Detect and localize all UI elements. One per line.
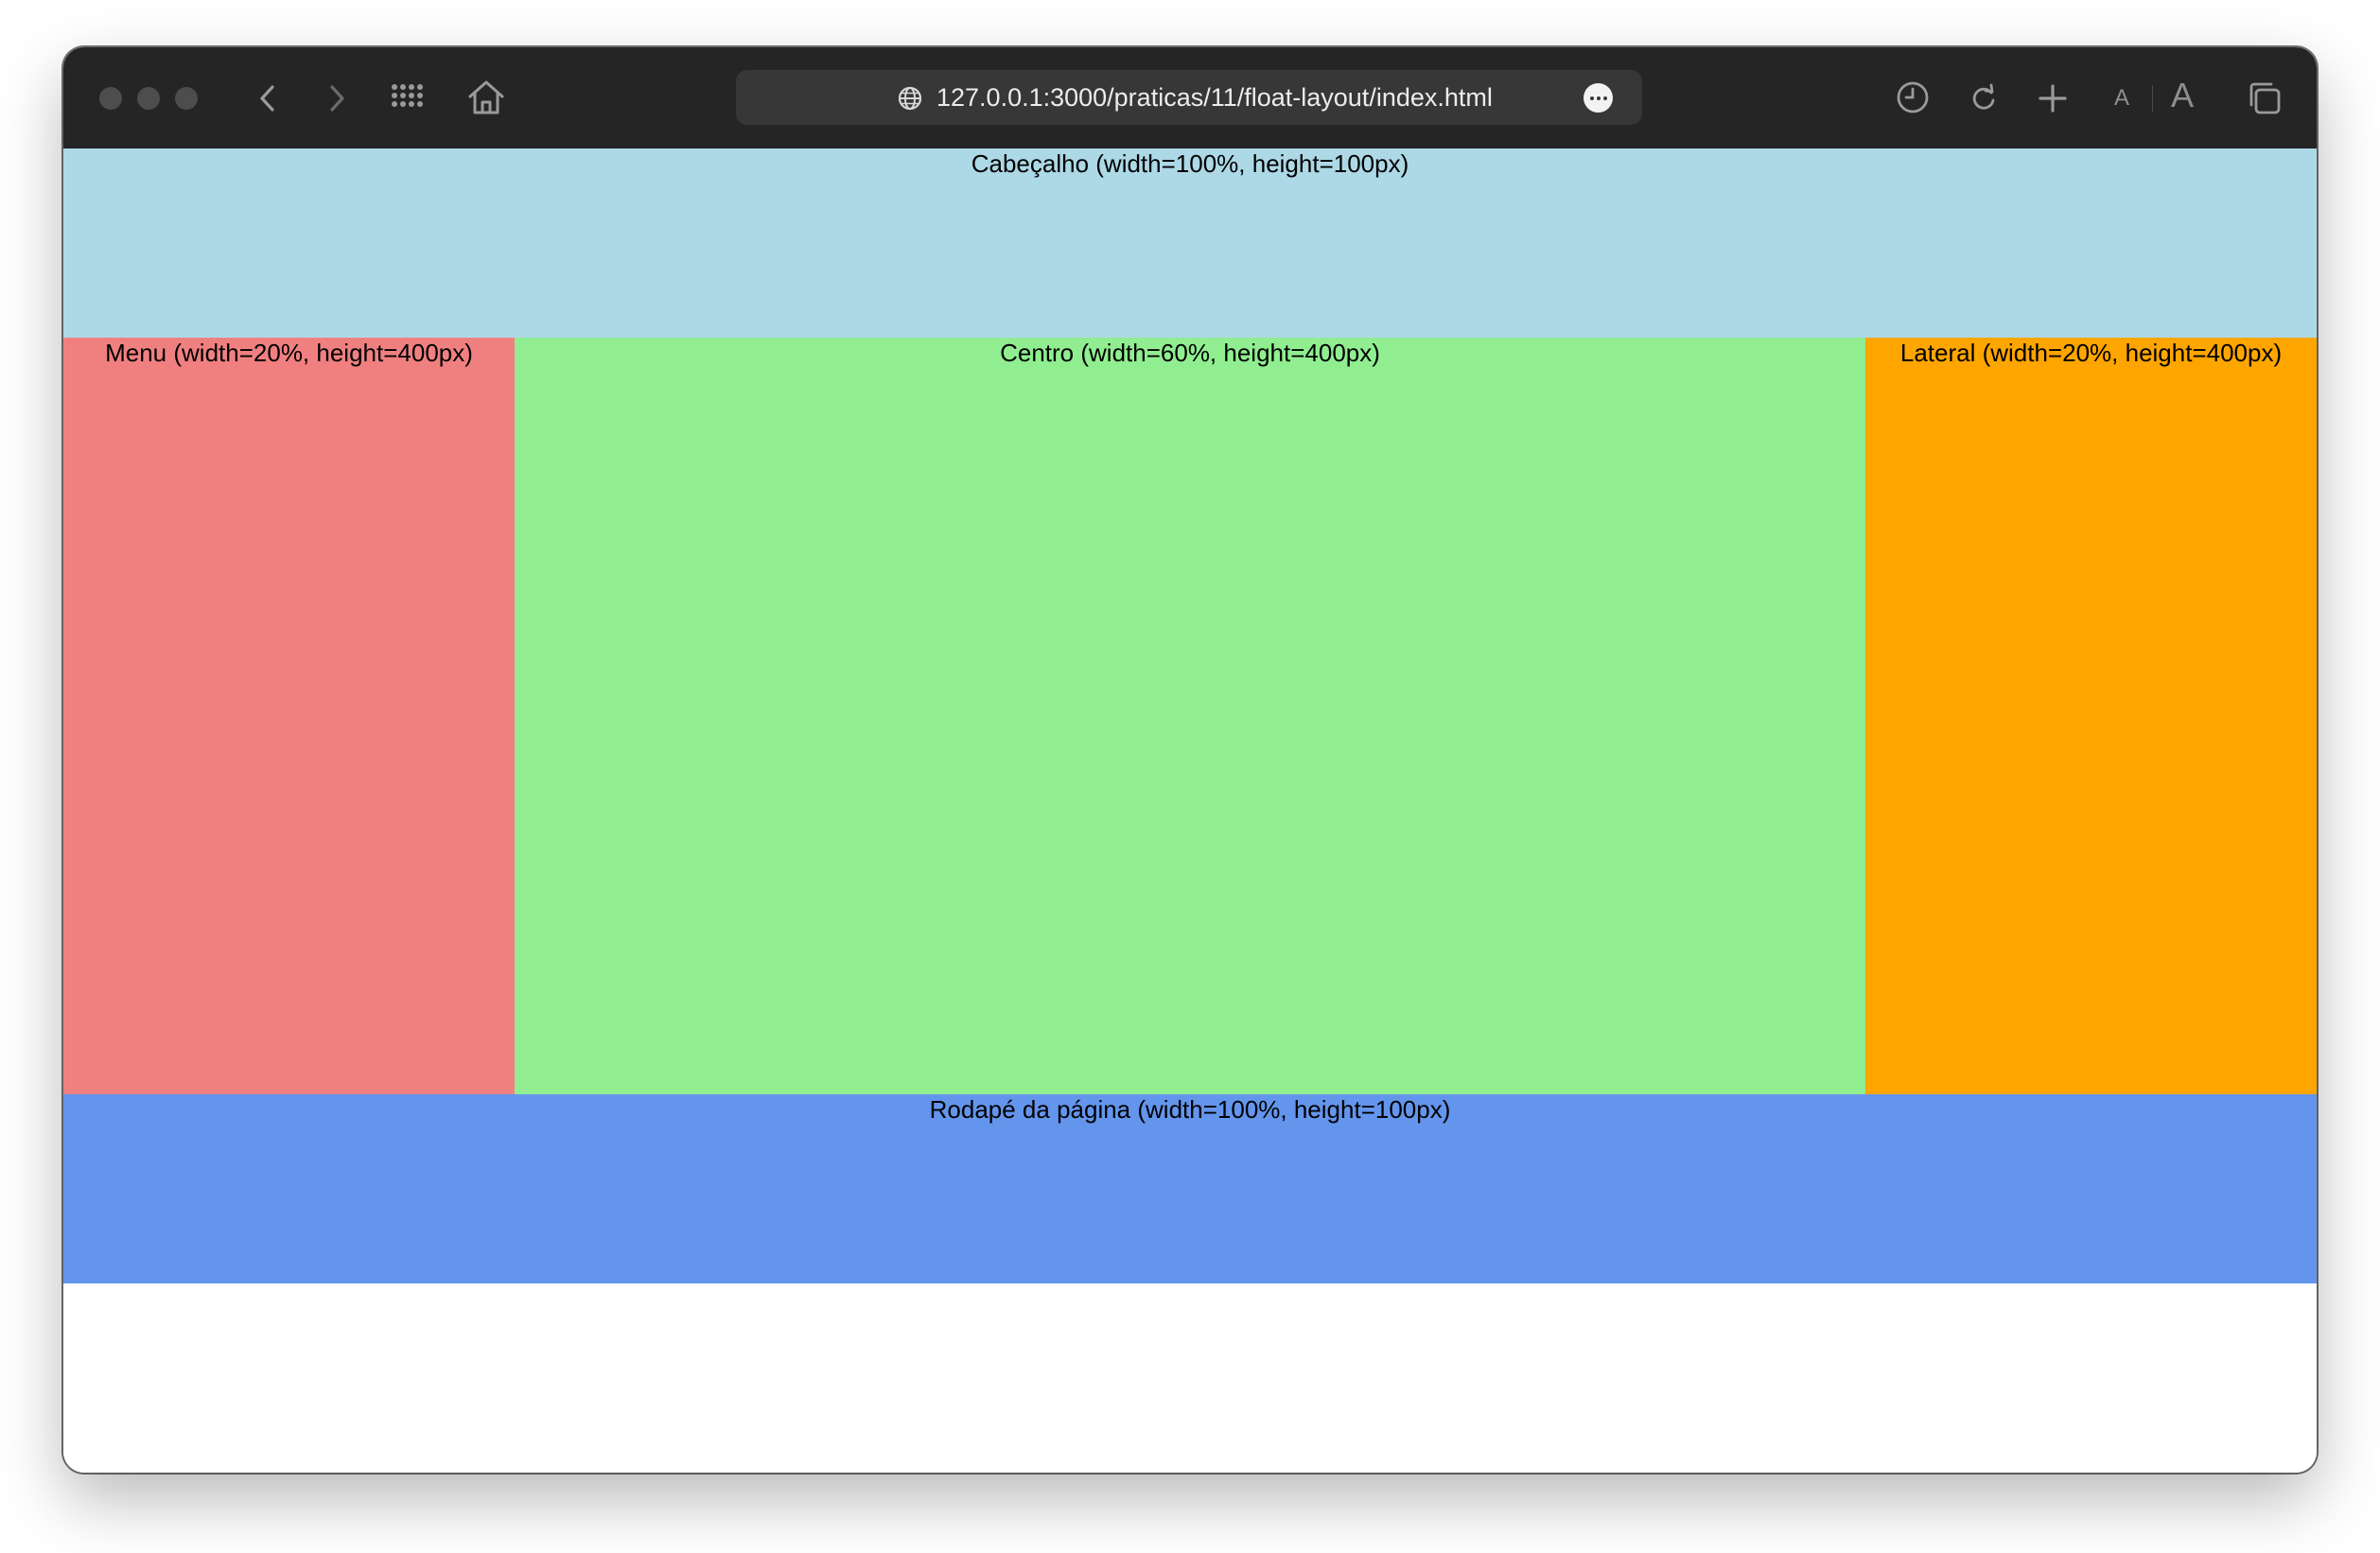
center-label: Centro (width=60%, height=400px) bbox=[1000, 339, 1380, 367]
footer-section: Rodapé da página (width=100%, height=100… bbox=[63, 1094, 2317, 1283]
grid-icon bbox=[392, 84, 423, 107]
home-icon bbox=[468, 80, 504, 114]
lateral-section: Lateral (width=20%, height=400px) bbox=[1865, 338, 2317, 1094]
reload-icon bbox=[1972, 83, 1995, 110]
forward-button[interactable] bbox=[317, 79, 355, 117]
window-minimize-button[interactable] bbox=[137, 87, 160, 110]
url-text[interactable]: 127.0.0.1:3000/praticas/11/float-layout/… bbox=[936, 70, 1493, 125]
tabs-overview-button[interactable] bbox=[2244, 78, 2285, 119]
header-section: Cabeçalho (width=100%, height=100px) bbox=[63, 148, 2317, 338]
page-menu-button[interactable] bbox=[1584, 83, 1613, 113]
new-tab-button[interactable] bbox=[2033, 79, 2073, 118]
divider bbox=[2152, 85, 2153, 112]
history-button[interactable] bbox=[1893, 78, 1933, 117]
chevron-right-icon bbox=[330, 85, 344, 112]
start-page-grid-button[interactable] bbox=[388, 79, 428, 118]
plus-icon bbox=[2039, 84, 2067, 113]
center-section: Centro (width=60%, height=400px) bbox=[515, 338, 1865, 1094]
menu-label: Menu (width=20%, height=400px) bbox=[105, 339, 473, 367]
home-button[interactable] bbox=[464, 76, 508, 119]
footer-label: Rodapé da página (width=100%, height=100… bbox=[929, 1095, 1451, 1124]
browser-window: 127.0.0.1:3000/praticas/11/float-layout/… bbox=[63, 47, 2317, 1473]
ellipsis-icon bbox=[1589, 96, 1594, 100]
window-close-button[interactable] bbox=[99, 87, 122, 110]
menu-section: Menu (width=20%, height=400px) bbox=[63, 338, 515, 1094]
increase-font-button[interactable]: A bbox=[2171, 76, 2194, 115]
reload-button[interactable] bbox=[1965, 79, 2003, 117]
tabs-icon bbox=[2249, 82, 2281, 114]
lateral-label: Lateral (width=20%, height=400px) bbox=[1899, 339, 2283, 367]
chevron-left-icon bbox=[260, 85, 274, 112]
window-zoom-button[interactable] bbox=[175, 87, 198, 110]
globe-icon bbox=[897, 85, 923, 116]
back-button[interactable] bbox=[250, 79, 288, 117]
decrease-font-button[interactable]: A bbox=[2114, 85, 2129, 112]
address-bar[interactable]: 127.0.0.1:3000/praticas/11/float-layout/… bbox=[736, 70, 1642, 125]
web-page: Cabeçalho (width=100%, height=100px) Men… bbox=[63, 148, 2317, 1473]
browser-toolbar: 127.0.0.1:3000/praticas/11/float-layout/… bbox=[63, 47, 2317, 148]
header-label: Cabeçalho (width=100%, height=100px) bbox=[971, 149, 1409, 178]
clock-icon bbox=[1897, 81, 1929, 113]
